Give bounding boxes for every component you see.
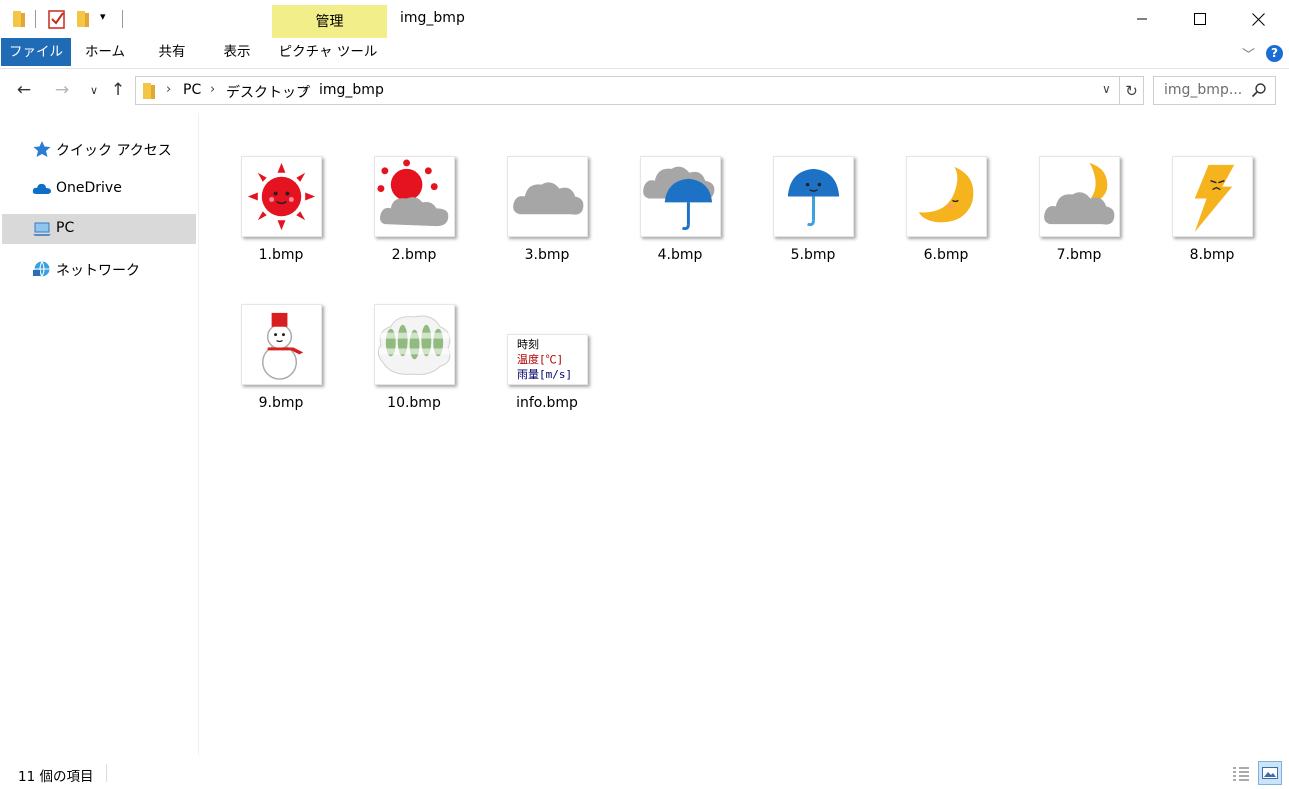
file-name: info.bmp	[516, 395, 578, 411]
folder-icon	[143, 83, 155, 99]
file-item[interactable]: 10.bmp	[333, 261, 463, 411]
sidebar-item-quick-access[interactable]: クイック アクセス	[2, 134, 196, 164]
info-line-temperature: 温度[℃]	[517, 353, 564, 366]
star-icon	[33, 141, 51, 157]
forward-arrow-icon[interactable]: →	[52, 80, 72, 100]
qa-separator	[122, 10, 123, 28]
file-item[interactable]: 5.bmp	[732, 113, 862, 263]
navigation-bar: ← → ∨ ↑ › PC › デスクトップ › img_bmp ∨ ↻ img_…	[0, 70, 1289, 112]
help-icon[interactable]: ?	[1266, 45, 1283, 62]
file-item[interactable]: 3.bmp	[466, 113, 596, 263]
info-line-rainfall: 雨量[m/s]	[517, 368, 573, 381]
large-icons-view-icon	[1262, 767, 1278, 779]
search-placeholder: img_bmp...	[1164, 82, 1243, 98]
address-bar[interactable]: › PC › デスクトップ › img_bmp ∨	[135, 76, 1120, 105]
umbrella-icon	[773, 156, 854, 237]
info-line-time: 時刻	[517, 338, 539, 351]
file-item[interactable]: 9.bmp	[200, 261, 330, 411]
fog-icon	[374, 304, 455, 385]
cloud-umbrella-icon	[640, 156, 721, 237]
file-name: 8.bmp	[1189, 247, 1235, 263]
file-item[interactable]: 時刻 温度[℃] 雨量[m/s] info.bmp	[466, 261, 596, 411]
sidebar-item-pc[interactable]: PC	[2, 214, 196, 244]
status-bar: 11 個の項目	[0, 755, 1289, 789]
close-button[interactable]	[1229, 0, 1287, 38]
file-item[interactable]: 8.bmp	[1131, 113, 1261, 263]
search-input[interactable]: img_bmp...	[1153, 76, 1276, 105]
file-item[interactable]: 6.bmp	[865, 113, 995, 263]
item-count: 11 個の項目	[18, 769, 94, 785]
file-item[interactable]: 1.bmp	[200, 113, 330, 263]
manage-tab[interactable]: 管理	[272, 5, 387, 38]
ribbon-tabs: ファイル ホーム 共有 表示 ピクチャ ツール ﹀ ?	[0, 38, 1289, 69]
file-name: 5.bmp	[790, 247, 836, 263]
navigation-pane: クイック アクセス OneDrive PC ネットワーク	[0, 113, 199, 755]
chevron-right-icon[interactable]: ›	[210, 82, 215, 97]
status-separator	[106, 764, 107, 782]
refresh-icon[interactable]: ↻	[1120, 76, 1144, 105]
snowman-icon	[241, 304, 322, 385]
moon-icon	[906, 156, 987, 237]
title-bar: ▾ 管理 img_bmp	[0, 0, 1289, 38]
file-name: 6.bmp	[923, 247, 969, 263]
minimize-button[interactable]	[1113, 0, 1171, 38]
maximize-button[interactable]	[1171, 0, 1229, 38]
file-item[interactable]: 7.bmp	[998, 113, 1128, 263]
tab-picture-tools[interactable]: ピクチャ ツール	[276, 38, 380, 66]
file-name: 4.bmp	[657, 247, 703, 263]
sidebar-item-label: PC	[56, 220, 75, 236]
file-name: 9.bmp	[258, 395, 304, 411]
ribbon-expand-chevron-icon[interactable]: ﹀	[1242, 44, 1255, 63]
new-folder-icon[interactable]	[76, 10, 90, 28]
computer-icon	[33, 222, 51, 236]
tab-home[interactable]: ホーム	[78, 38, 132, 66]
properties-icon[interactable]	[48, 9, 66, 29]
chevron-right-icon[interactable]: ›	[302, 82, 307, 97]
folder-icon	[13, 11, 25, 27]
tab-share[interactable]: 共有	[146, 38, 198, 66]
network-icon	[33, 261, 50, 277]
qa-separator	[35, 10, 36, 28]
details-view-button[interactable]	[1229, 761, 1253, 785]
close-icon	[1251, 12, 1265, 26]
sidebar-item-label: ネットワーク	[56, 263, 140, 279]
breadcrumb-img-bmp[interactable]: img_bmp	[319, 82, 384, 98]
qa-customize-chevron-icon[interactable]: ▾	[100, 10, 106, 32]
file-name: 7.bmp	[1056, 247, 1102, 263]
recent-locations-chevron-icon[interactable]: ∨	[84, 80, 104, 100]
window-title: img_bmp	[400, 10, 465, 26]
details-view-icon	[1233, 767, 1249, 781]
back-arrow-icon[interactable]: ←	[14, 80, 34, 100]
sidebar-item-onedrive[interactable]: OneDrive	[2, 174, 196, 204]
search-icon[interactable]	[1251, 82, 1267, 98]
breadcrumb-desktop[interactable]: デスクトップ	[226, 82, 310, 102]
sidebar-item-label: OneDrive	[56, 180, 122, 196]
up-arrow-icon[interactable]: ↑	[108, 80, 128, 100]
sidebar-item-network[interactable]: ネットワーク	[2, 254, 196, 284]
large-icons-view-button[interactable]	[1258, 761, 1282, 785]
file-item[interactable]: 4.bmp	[599, 113, 729, 263]
address-dropdown-chevron-icon[interactable]: ∨	[1102, 82, 1111, 96]
explorer-window: ▾ 管理 img_bmp ファイル ホーム 共有 表示 ピクチャ ツール ﹀ ?…	[0, 0, 1289, 789]
info-text-icon: 時刻 温度[℃] 雨量[m/s]	[507, 334, 588, 385]
file-list: 1.bmp 2.bmp 3.bmp 4.bmp 5.bmp 6.bmp 7.bm…	[200, 113, 1289, 755]
sun-icon	[241, 156, 322, 237]
chevron-right-icon[interactable]: ›	[166, 82, 171, 97]
cloud-icon	[507, 156, 588, 237]
file-name: 10.bmp	[387, 395, 441, 411]
sun-cloud-icon	[374, 156, 455, 237]
tab-file[interactable]: ファイル	[1, 38, 71, 66]
lightning-icon	[1172, 156, 1253, 237]
tab-view[interactable]: 表示	[210, 38, 264, 66]
maximize-icon	[1194, 13, 1206, 25]
file-item[interactable]: 2.bmp	[333, 113, 463, 263]
minimize-icon	[1137, 18, 1147, 20]
sidebar-item-label: クイック アクセス	[56, 143, 172, 159]
breadcrumb-pc[interactable]: PC	[183, 82, 201, 98]
cloud-icon	[32, 183, 51, 194]
moon-cloud-icon	[1039, 156, 1120, 237]
